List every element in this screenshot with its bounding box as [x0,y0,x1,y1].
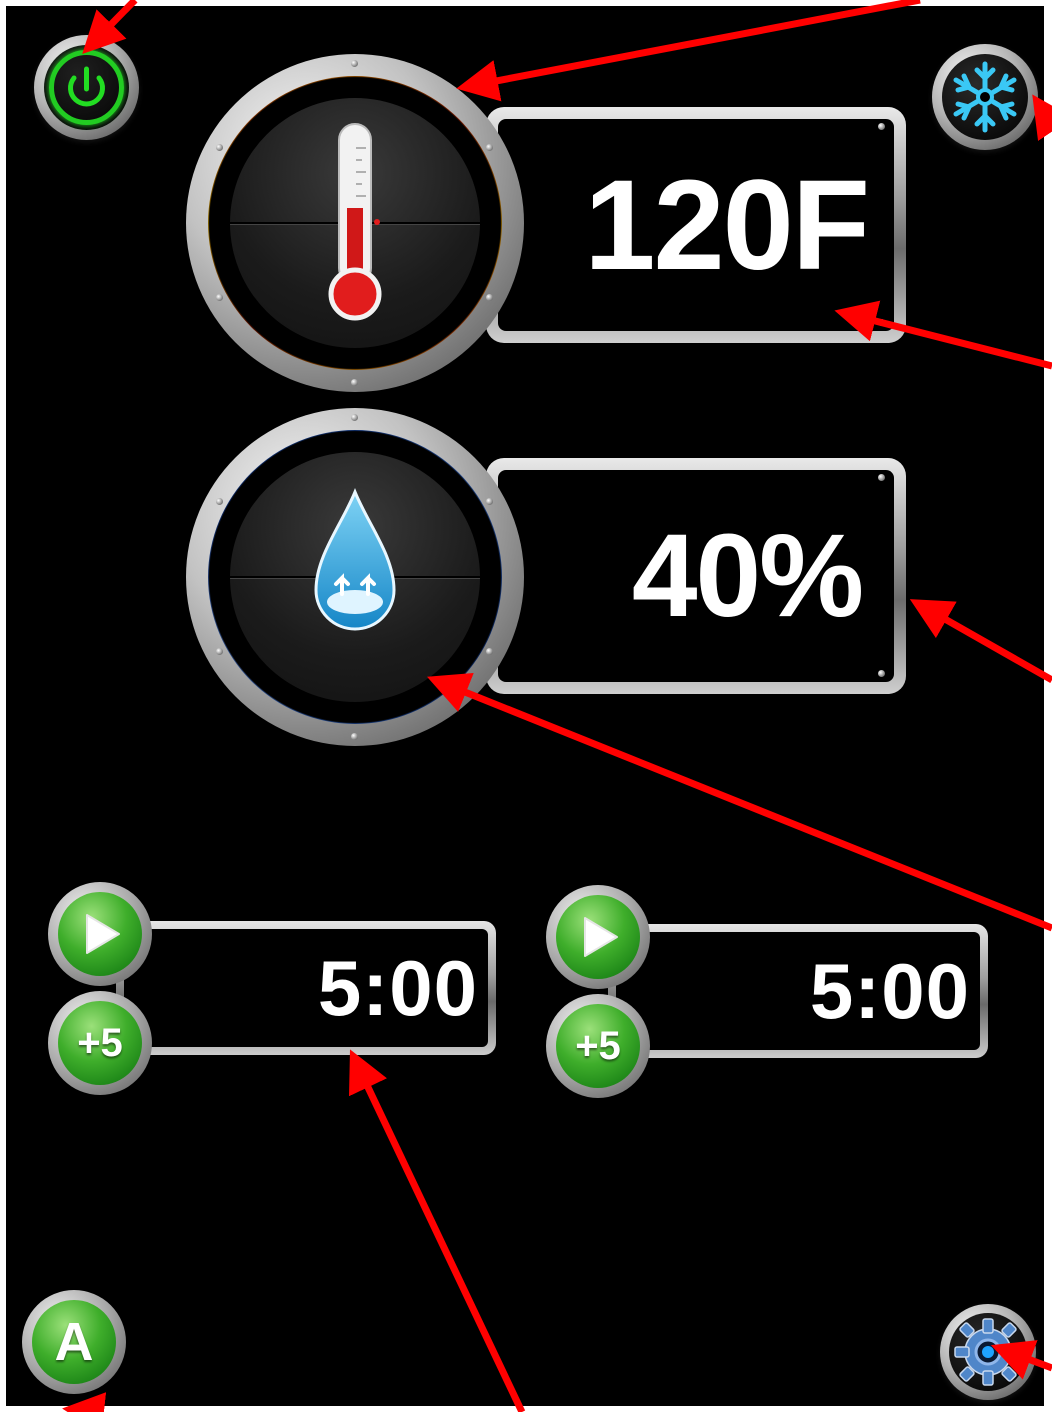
power-button[interactable] [34,35,139,140]
play-icon [584,917,618,957]
play-icon [86,914,120,954]
power-icon [68,66,105,107]
humidity-gauge[interactable] [186,408,524,746]
timer-display-1: 5:00 [116,921,496,1055]
temperature-display: 120F [486,107,906,343]
settings-button[interactable] [940,1304,1036,1400]
thermometer-icon [328,123,382,321]
temperature-value: 120F [584,153,870,297]
add-five-label: +5 [77,1020,123,1065]
timer-start-button-2[interactable] [546,885,650,989]
timer-value-1: 5:00 [317,943,478,1032]
control-panel: 120F 40% 5:00 +5 5:00 +5 A [6,6,1044,1406]
timer-start-button-1[interactable] [48,882,152,986]
gear-icon [954,1318,1022,1386]
screenshot: 120F 40% 5:00 +5 5:00 +5 A [0,0,1052,1412]
auto-label: A [54,1312,94,1372]
timer-display-2: 5:00 [608,924,988,1058]
auto-button[interactable]: A [22,1290,126,1394]
temperature-gauge[interactable] [186,54,524,392]
add-five-label: +5 [575,1023,621,1068]
humidity-value: 40% [631,510,864,642]
snowflake-icon [953,61,1017,133]
humidity-display: 40% [486,458,906,694]
timer-add-button-2[interactable]: +5 [546,994,650,1098]
water-drop-icon [314,488,396,631]
timer-value-2: 5:00 [809,946,970,1035]
cool-button[interactable] [932,44,1038,150]
timer-add-button-1[interactable]: +5 [48,991,152,1095]
